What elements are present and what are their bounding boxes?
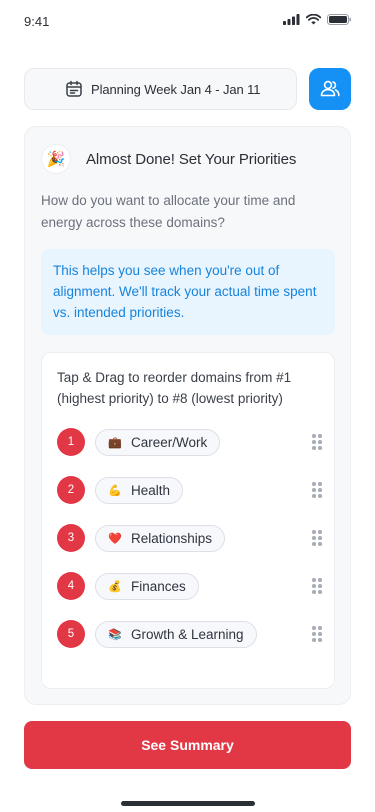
domain-row[interactable]: 2 💪 Health (57, 476, 322, 504)
rank-badge: 1 (57, 428, 85, 456)
party-popper-icon: 🎉 (41, 144, 71, 174)
domain-chip: 💰 Finances (95, 572, 199, 600)
rank-badge: 4 (57, 572, 85, 600)
domain-label: Finances (131, 578, 186, 594)
home-indicator (121, 801, 255, 806)
rank-badge: 2 (57, 476, 85, 504)
briefcase-icon: 💼 (108, 436, 122, 449)
drag-handle-icon[interactable] (312, 530, 322, 546)
books-icon: 📚 (108, 628, 122, 641)
calendar-icon (66, 80, 82, 97)
priorities-card: 🎉 Almost Done! Set Your Priorities How d… (24, 126, 351, 705)
rank-badge: 3 (57, 524, 85, 552)
domain-label: Career/Work (131, 434, 208, 450)
card-header: 🎉 Almost Done! Set Your Priorities (41, 144, 296, 174)
domain-chip: 📚 Growth & Learning (95, 620, 257, 648)
team-button[interactable] (309, 68, 351, 110)
domain-row[interactable]: 3 ❤️ Relationships (57, 524, 322, 552)
drag-handle-icon[interactable] (312, 482, 322, 498)
info-banner: This helps you see when you're out of al… (41, 249, 335, 335)
signal-icon (283, 14, 300, 25)
money-bag-icon: 💰 (108, 580, 122, 593)
domain-chip: 💼 Career/Work (95, 428, 221, 456)
card-title: Almost Done! Set Your Priorities (86, 150, 297, 168)
domain-chip: ❤️ Relationships (95, 524, 226, 552)
domain-chip: 💪 Health (95, 476, 184, 504)
domain-label: Growth & Learning (131, 626, 244, 642)
status-icons (283, 14, 351, 25)
drag-handle-icon[interactable] (312, 434, 322, 450)
domain-priority-list: Tap & Drag to reorder domains from #1 (h… (41, 352, 335, 689)
domain-row[interactable]: 4 💰 Finances (57, 572, 322, 600)
see-summary-button[interactable]: See Summary (24, 721, 351, 769)
planning-week-selector[interactable]: Planning Week Jan 4 - Jan 11 (24, 68, 297, 110)
wifi-icon (306, 14, 321, 25)
status-time: 9:41 (24, 14, 50, 29)
domain-label: Health (131, 482, 171, 498)
domain-row[interactable]: 1 💼 Career/Work (57, 428, 322, 456)
reorder-instruction: Tap & Drag to reorder domains from #1 (h… (57, 370, 292, 406)
drag-handle-icon[interactable] (312, 626, 322, 642)
heart-icon: ❤️ (108, 532, 122, 545)
battery-icon (327, 14, 351, 25)
drag-handle-icon[interactable] (312, 578, 322, 594)
planning-week-label: Planning Week Jan 4 - Jan 11 (91, 81, 261, 97)
domain-label: Relationships (131, 530, 213, 546)
flexed-biceps-icon: 💪 (108, 484, 122, 497)
status-bar: 9:41 (0, 0, 375, 44)
rank-badge: 5 (57, 620, 85, 648)
users-icon (320, 80, 340, 97)
domain-row[interactable]: 5 📚 Growth & Learning (57, 620, 322, 648)
allocation-question: How do you want to allocate your time an… (41, 193, 296, 230)
